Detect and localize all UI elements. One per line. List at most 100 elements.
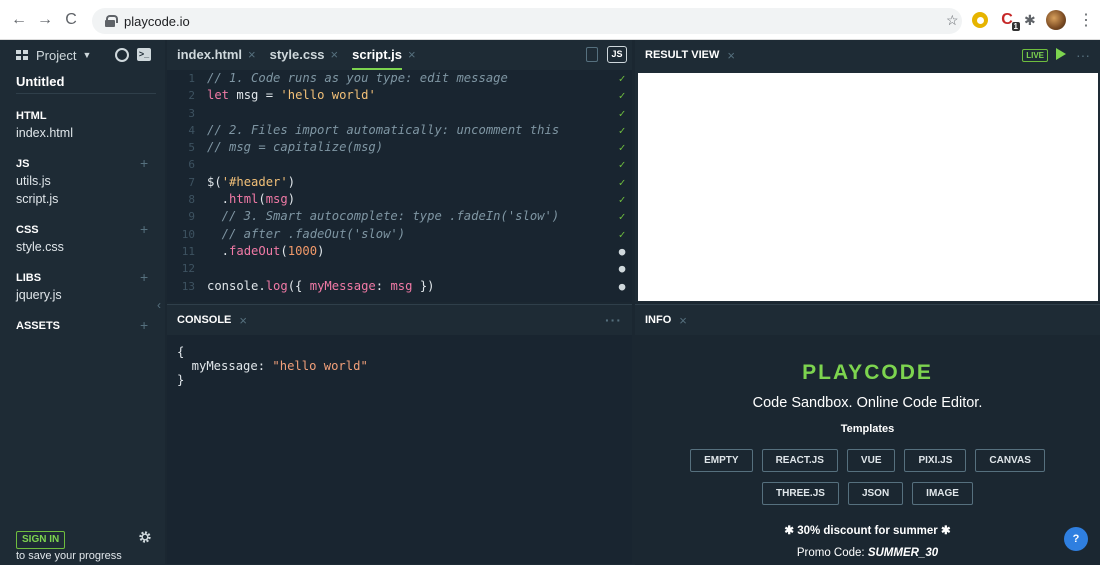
code-line[interactable]: 1 // 1. Code runs as you type: edit messa… (167, 70, 632, 87)
code-line[interactable]: 7 $('#header') ✓ (167, 174, 632, 191)
sidebar-file-item[interactable]: jquery.js (16, 286, 165, 304)
templates-row: THREE.JS JSON IMAGE (635, 482, 1100, 505)
code-line[interactable]: 11 .fadeOut(1000) ● (167, 243, 632, 260)
line-number: 6 (188, 158, 195, 172)
close-tab-icon[interactable]: × (331, 47, 339, 62)
live-toggle[interactable]: LIVE (1022, 49, 1048, 62)
editor-tab[interactable]: index.html × (177, 40, 256, 70)
code-area[interactable]: 1 // 1. Code runs as you type: edit messa… (167, 70, 632, 302)
sidebar-file-item[interactable]: index.html (16, 124, 165, 142)
result-view-title: RESULT VIEW (645, 49, 720, 61)
code-line[interactable]: 6 ✓ (167, 156, 632, 173)
line-number: 9 (188, 210, 195, 224)
line-number: 12 (181, 262, 195, 276)
code-text: let msg = 'hello world' (207, 87, 612, 104)
line-status-ok-icon: ✓ (618, 106, 626, 120)
sidebar-file-item[interactable]: utils.js (16, 172, 165, 190)
close-tab-icon[interactable]: × (408, 47, 416, 62)
document-icon[interactable] (586, 47, 598, 62)
code-token: fadeOut (229, 243, 281, 258)
template-button[interactable]: THREE.JS (762, 482, 839, 505)
code-line[interactable]: 12 ● (167, 260, 632, 277)
forward-icon[interactable]: → (34, 9, 56, 31)
result-preview[interactable] (638, 73, 1098, 301)
line-number: 4 (188, 123, 195, 137)
language-badge[interactable]: JS (607, 46, 627, 63)
code-token: ) (287, 192, 296, 207)
project-menu[interactable]: Project ▼ >_ (0, 40, 165, 70)
extension-c-icon[interactable]: C1 (996, 11, 1020, 31)
info-subtitle: Code Sandbox. Online Code Editor. (752, 395, 983, 411)
code-text: $('#header') (207, 174, 612, 191)
code-token: msg (390, 278, 413, 293)
globe-icon[interactable] (115, 48, 129, 62)
extensions-puzzle-icon[interactable]: ✱ (1024, 11, 1036, 29)
code-token: log (265, 278, 288, 293)
sidebar-file-item[interactable]: script.js (16, 190, 165, 208)
collapse-sidebar-icon[interactable]: ‹ (157, 298, 161, 312)
code-line[interactable]: 5 // msg = capitalize(msg) ✓ (167, 139, 632, 156)
code-text: .fadeOut(1000) (207, 243, 612, 260)
code-line[interactable]: 13 console.log({ myMessage: msg }) ● (167, 278, 632, 295)
template-button[interactable]: JSON (847, 482, 904, 505)
gear-icon[interactable] (138, 530, 152, 544)
url-text: playcode.io (124, 13, 190, 29)
add-file-icon[interactable]: + (140, 270, 148, 284)
editor-tab[interactable]: script.js × (352, 40, 416, 70)
more-icon[interactable]: ··· (605, 312, 622, 328)
code-line[interactable]: 9 // 3. Smart autocomplete: type .fadeIn… (167, 208, 632, 225)
code-text: .html(msg) (207, 191, 612, 208)
line-status-ok-icon: ✓ (618, 158, 626, 172)
close-icon[interactable]: × (239, 313, 247, 328)
help-button[interactable]: ? (1064, 527, 1088, 551)
template-button[interactable]: REACT.JS (761, 449, 838, 472)
play-icon[interactable] (1056, 48, 1066, 60)
extension-icon[interactable] (972, 12, 988, 28)
template-button[interactable]: IMAGE (912, 482, 973, 505)
save-progress-text: to save your progress (16, 550, 122, 562)
add-file-icon[interactable]: + (140, 318, 148, 332)
sidebar-section-title[interactable]: HTML (16, 108, 165, 124)
close-icon[interactable]: × (679, 313, 687, 328)
project-name[interactable]: Untitled (16, 70, 156, 94)
line-status-ok-icon: ✓ (618, 227, 626, 241)
template-button[interactable]: EMPTY (690, 449, 753, 472)
code-line[interactable]: 2 let msg = 'hello world' ✓ (167, 87, 632, 104)
info-panel: INFO × PLAYCODE Code Sandbox. Online Cod… (635, 304, 1100, 565)
code-line[interactable]: 8 .html(msg) ✓ (167, 191, 632, 208)
code-token: ) (317, 243, 325, 258)
line-number: 10 (181, 227, 195, 241)
template-button[interactable]: CANVAS (975, 449, 1045, 472)
back-icon[interactable]: ← (8, 9, 30, 31)
line-status-ok-icon: ✓ (618, 89, 626, 103)
reload-icon[interactable]: C (60, 9, 82, 31)
editor-tab[interactable]: style.css × (270, 40, 339, 70)
line-status-unknown-icon: ● (618, 262, 626, 276)
close-tab-icon[interactable]: × (248, 47, 256, 62)
code-token: ({ (287, 278, 310, 293)
code-line[interactable]: 3 ✓ (167, 105, 632, 122)
browser-menu-icon[interactable]: ⋮ (1078, 11, 1094, 29)
close-icon[interactable]: × (727, 48, 735, 63)
address-bar[interactable]: playcode.io (92, 8, 962, 34)
code-token: msg (265, 192, 288, 207)
browser-toolbar: ← → C playcode.io ☆ C1 ✱ ⋮ (0, 0, 1100, 40)
add-file-icon[interactable]: + (140, 222, 148, 236)
code-token: 1000 (287, 243, 318, 258)
sign-in-button[interactable]: SIGN IN (16, 531, 66, 549)
chevron-down-icon: ▼ (82, 50, 92, 60)
more-icon[interactable]: ··· (1076, 47, 1090, 63)
bookmark-star-icon[interactable]: ☆ (946, 11, 959, 29)
sidebar-section-html: HTML index.html (0, 108, 165, 142)
code-token: 'hello world' (280, 88, 376, 103)
code-line[interactable]: 4 // 2. Files import automatically: uncom… (167, 122, 632, 139)
sidebar-file-item[interactable]: style.css (16, 238, 165, 256)
code-line[interactable]: 10 // after .fadeOut('slow') ✓ (167, 226, 632, 243)
terminal-icon[interactable]: >_ (137, 48, 151, 61)
add-file-icon[interactable]: + (140, 156, 148, 170)
template-button[interactable]: VUE (846, 449, 896, 472)
code-text: // 1. Code runs as you type: edit messag… (207, 70, 612, 87)
template-button[interactable]: PIXI.JS (904, 449, 967, 472)
profile-avatar[interactable] (1046, 10, 1066, 30)
